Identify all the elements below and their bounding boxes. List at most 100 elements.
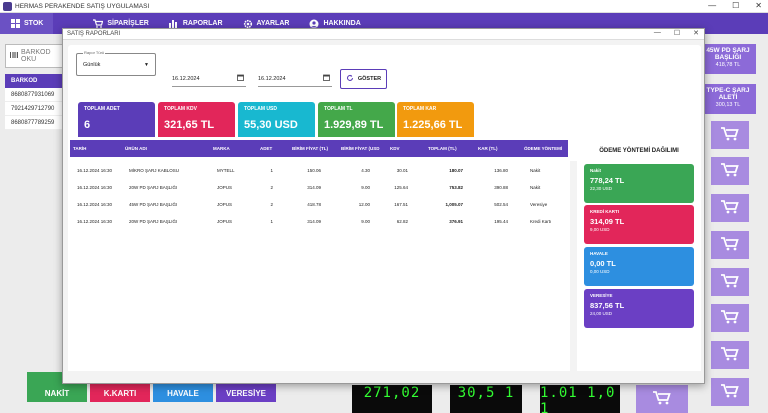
add-to-cart-button[interactable]	[636, 385, 688, 413]
col-product[interactable]: ÜRÜN ADI	[125, 140, 147, 157]
table-row[interactable]: 16.12.2024 16:30 MİKRO ŞARJ KABLOSU MYTELL…	[70, 163, 568, 177]
col-unit-tl[interactable]: BİRİM FİYAT (TL)	[292, 140, 328, 157]
table-row[interactable]: 16.12.2024 16:30 45W PD ŞARJ BAŞLIĞI JOPUS…	[70, 197, 568, 211]
nav-ayarlar-label: AYARLAR	[256, 20, 290, 27]
dialog-close-icon[interactable]: ✕	[693, 29, 699, 37]
barcode-row[interactable]: 8680877931069	[5, 88, 65, 102]
add-to-cart-button[interactable]	[711, 121, 749, 149]
pay-credit-label: VERESİYE	[225, 389, 266, 398]
dialog-titlebar: SATIŞ RAPORLARI — ☐ ✕	[63, 29, 704, 40]
table-cell: JOPUS	[217, 201, 233, 207]
lcd-display-total-tl: 271,02	[352, 385, 432, 413]
table-cell: Nakit	[530, 167, 541, 173]
show-button[interactable]: GÖSTER	[340, 69, 387, 89]
barcode-row[interactable]: 7921429712790	[5, 102, 65, 116]
report-period-value: Günlük	[83, 62, 101, 68]
col-date[interactable]: TARİH	[73, 140, 86, 157]
add-to-cart-button[interactable]	[711, 341, 749, 369]
cart-icon	[721, 310, 739, 326]
start-date-field[interactable]: 16.12.2024	[172, 71, 246, 87]
stat-label: TOPLAM TL	[324, 106, 353, 112]
table-header: TARİH ÜRÜN ADI MARKA ADET BİRİM FİYAT (T…	[70, 140, 568, 157]
table-cell: 9.00	[361, 218, 370, 224]
table-cell: MYTELL	[217, 167, 235, 173]
stat-value: 1.929,89 TL	[324, 119, 384, 131]
pay-transfer-label: HAVALE	[167, 389, 199, 398]
table-cell: 150.06	[307, 167, 321, 173]
col-qty[interactable]: ADET	[260, 140, 272, 157]
nav-stok[interactable]: STOK	[0, 13, 54, 34]
table-cell: 16.12.2024 16:30	[77, 167, 113, 173]
table-cell: 16.12.2024 16:30	[77, 184, 113, 190]
payment-box-tl: 0,00 TL	[590, 259, 616, 268]
stat-label: TOPLAM USD	[244, 106, 277, 112]
stat-total-vat: TOPLAM KDV 321,65 TL	[158, 102, 235, 142]
add-to-cart-button[interactable]	[711, 194, 749, 222]
start-date-value: 16.12.2024	[172, 75, 200, 82]
report-period-select[interactable]: Rapor Türü Günlük ▼	[76, 50, 156, 76]
table-cell: 125.64	[394, 184, 408, 190]
table-cell: Nakit	[530, 184, 541, 190]
product-card[interactable]: 45W PD ŞARJ BAŞLIĞI 418,78 TL	[700, 44, 756, 74]
table-row[interactable]: 16.12.2024 16:30 20W PD ŞARJ BAŞLIĞI JOPUS…	[70, 180, 568, 194]
col-profit[interactable]: KAR (TL)	[478, 140, 498, 157]
table-cell: 136.80	[494, 167, 508, 173]
table-cell: 12.00	[358, 201, 370, 207]
add-to-cart-button[interactable]	[711, 157, 749, 185]
dialog-minimize-icon[interactable]: —	[654, 29, 661, 37]
col-payment[interactable]: ÖDEME YÖNTEMİ	[524, 140, 562, 157]
table-cell: Kredi Kartı	[530, 218, 552, 224]
payment-box-usd: 22,30 USD	[590, 186, 613, 191]
add-to-cart-button[interactable]	[711, 378, 749, 406]
table-cell: 390.88	[494, 184, 508, 190]
chart-icon	[168, 19, 179, 29]
minimize-icon[interactable]: —	[708, 1, 716, 10]
table-cell: 30.01	[396, 167, 408, 173]
table-cell: 1,005.07	[445, 201, 463, 207]
sales-report-dialog: SATIŞ RAPORLARI — ☐ ✕ Rapor Türü Günlük …	[62, 28, 705, 384]
table-row[interactable]: 16.12.2024 16:30 20W PD ŞARJ BAŞLIĞI JOPUS…	[70, 214, 568, 228]
table-cell: 753.82	[449, 184, 463, 190]
table-cell: 314.09	[307, 218, 321, 224]
product-card[interactable]: TYPE-C ŞARJ ALETİ 300,13 TL	[700, 84, 756, 114]
app-title: HERMAS PERAKENDE SATIŞ UYGULAMASI	[15, 2, 150, 10]
table-cell: 62.82	[396, 218, 408, 224]
close-icon[interactable]: ✕	[755, 1, 762, 10]
payment-box-usd: 9,00 USD	[590, 227, 610, 232]
cart-icon	[721, 200, 739, 216]
col-unit-usd[interactable]: BİRİM FİYAT (USD	[341, 140, 380, 157]
user-icon	[309, 19, 319, 29]
barcode-table: BARKOD 8680877931069 7921429712790 86808…	[5, 74, 65, 130]
table-cell: JOPUS	[217, 218, 233, 224]
cart-icon	[721, 274, 739, 290]
dialog-title: SATIŞ RAPORLARI	[67, 31, 121, 37]
table-cell: 20W PD ŞARJ BAŞLIĞI	[129, 218, 178, 224]
end-date-value: 16.12.2024	[258, 75, 286, 82]
col-brand[interactable]: MARKA	[213, 140, 230, 157]
add-to-cart-button[interactable]	[711, 304, 749, 332]
col-vat[interactable]: KDV	[390, 140, 400, 157]
dialog-maximize-icon[interactable]: ☐	[674, 29, 680, 37]
nav-stok-label: STOK	[24, 20, 44, 27]
add-to-cart-button[interactable]	[711, 268, 749, 296]
lcd-display-rate: 1.01 1,0 1	[540, 385, 620, 413]
end-date-field[interactable]: 16.12.2024	[258, 71, 332, 87]
calendar-icon[interactable]	[237, 74, 244, 83]
sales-table: TARİH ÜRÜN ADI MARKA ADET BİRİM FİYAT (T…	[68, 137, 570, 371]
app-logo-icon	[3, 1, 12, 11]
calendar-icon[interactable]	[323, 74, 330, 83]
barcode-input[interactable]: BARKOD OKU	[5, 44, 65, 68]
dropdown-arrow-icon: ▼	[144, 62, 149, 68]
gear-icon	[243, 19, 253, 29]
payment-box-usd: 24,00 USD	[590, 311, 613, 316]
payment-box-tl: 778,24 TL	[590, 176, 625, 185]
col-total[interactable]: TOPLAM (TL)	[428, 140, 457, 157]
table-cell: 20W PD ŞARJ BAŞLIĞI	[129, 184, 178, 190]
payment-box-label: Nakit	[590, 168, 602, 173]
app-titlebar: HERMAS PERAKENDE SATIŞ UYGULAMASI — ☐ ✕	[0, 0, 768, 13]
payment-box-credit: VERESİYE 837,56 TL 24,00 USD	[584, 289, 694, 328]
maximize-icon[interactable]: ☐	[732, 1, 739, 10]
barcode-row[interactable]: 8680877789259	[5, 116, 65, 130]
add-to-cart-button[interactable]	[711, 231, 749, 259]
stat-label: TOPLAM KAR	[403, 106, 437, 112]
